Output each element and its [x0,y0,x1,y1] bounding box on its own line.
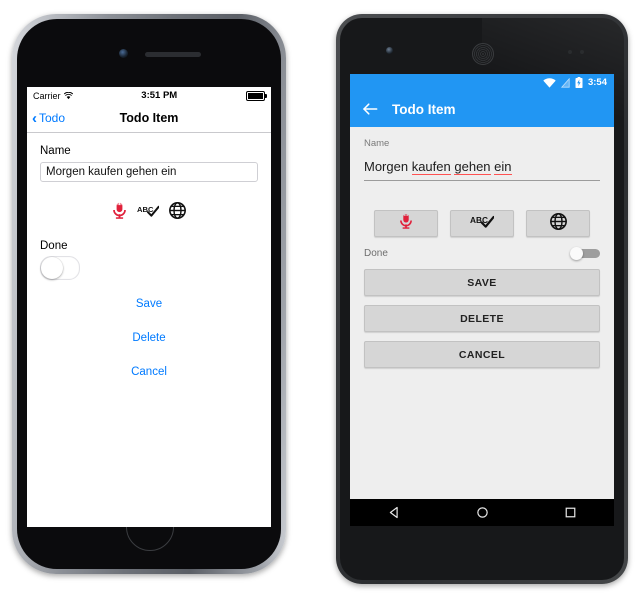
front-camera-icon [119,49,128,58]
recents-nav-icon[interactable] [564,506,577,519]
spellcheck-button[interactable]: ABC [450,210,514,237]
abc-check-icon: ABC [470,214,495,233]
earpiece-speaker-icon [145,52,201,57]
microphone-icon [399,213,413,234]
battery-icon [246,90,267,101]
done-label: Done [40,240,68,252]
svg-text:ABC: ABC [137,205,154,214]
back-button-label: Todo [39,111,66,125]
ios-clock: 3:51 PM [141,90,178,101]
android-app-bar: Todo Item [350,91,614,127]
name-label: Name [40,145,71,157]
ios-status-bar: Carrier 3:51 PM [27,87,271,104]
svg-text:ABC: ABC [470,215,488,225]
front-camera-icon [386,47,393,54]
android-form: Name Morgen kaufen gehen ein ABC Done SA… [350,127,614,499]
delete-button[interactable]: Delete [40,332,258,344]
earpiece-speaker-icon [472,43,494,65]
done-label: Done [364,248,388,259]
android-clock: 3:54 [587,77,607,88]
save-button[interactable]: SAVE [364,269,600,296]
android-icon-button-row: ABC [364,210,600,237]
wifi-icon [543,77,556,88]
ios-nav-bar: ‹ Todo Todo Item [27,104,271,133]
microphone-icon[interactable] [112,202,127,224]
globe-icon [549,212,567,235]
back-button[interactable]: ‹ Todo [27,111,65,126]
ios-action-list: Save Delete Cancel [40,298,258,378]
carrier-area: Carrier [33,91,73,101]
delete-button[interactable]: DELETE [364,305,600,332]
home-nav-icon[interactable] [476,506,489,519]
save-button[interactable]: Save [40,298,258,310]
name-input-value: Morgen kaufen gehen ein [364,159,512,175]
battery-charging-icon [575,77,583,88]
android-nav-bar [350,499,614,526]
ios-icon-button-row: ABC [40,202,258,224]
name-label: Name [364,138,390,149]
signal-icon [560,77,570,88]
word-misspelled: ein [494,159,512,175]
chevron-left-icon: ‹ [32,109,37,127]
globe-icon[interactable] [169,202,186,224]
iphone-device-frame: Carrier 3:51 PM ‹ Todo Todo Item Name Mo… [12,14,286,574]
iphone-bezel: Carrier 3:51 PM ‹ Todo Todo Item Name Mo… [17,19,281,569]
translate-button[interactable] [526,210,590,237]
arrow-back-icon[interactable] [362,101,378,117]
toggle-knob [570,247,583,260]
done-toggle[interactable] [570,247,600,260]
done-row: Done [364,247,600,260]
name-input[interactable]: Morgen kaufen gehen ein [364,158,600,181]
wifi-icon [63,91,73,99]
android-screen: 3:54 Todo Item Name Morgen kaufen gehen … [350,74,614,526]
done-toggle[interactable] [40,256,80,280]
android-bezel: 3:54 Todo Item Name Morgen kaufen gehen … [340,18,624,580]
back-nav-icon[interactable] [388,506,401,519]
microphone-button[interactable] [374,210,438,237]
cancel-button[interactable]: CANCEL [364,341,600,368]
cancel-button[interactable]: Cancel [40,366,258,378]
proximity-sensors-icon [568,50,586,54]
word-misspelled: kaufen [411,159,451,175]
abc-check-icon[interactable]: ABC [137,204,160,222]
page-title: Todo Item [392,101,456,117]
android-status-bar: 3:54 [350,74,614,91]
ios-form: Name Morgen kaufen gehen ein ABC Done Sa… [27,133,271,378]
ios-screen: Carrier 3:51 PM ‹ Todo Todo Item Name Mo… [27,87,271,527]
toggle-knob [41,257,63,279]
word: Morgen [364,159,409,174]
dual-device-mockup: Carrier 3:51 PM ‹ Todo Todo Item Name Mo… [0,0,640,600]
word-misspelled: gehen [454,159,491,175]
android-device-frame: 3:54 Todo Item Name Morgen kaufen gehen … [336,14,628,584]
name-input[interactable] [40,162,258,182]
carrier-label: Carrier [33,90,61,101]
